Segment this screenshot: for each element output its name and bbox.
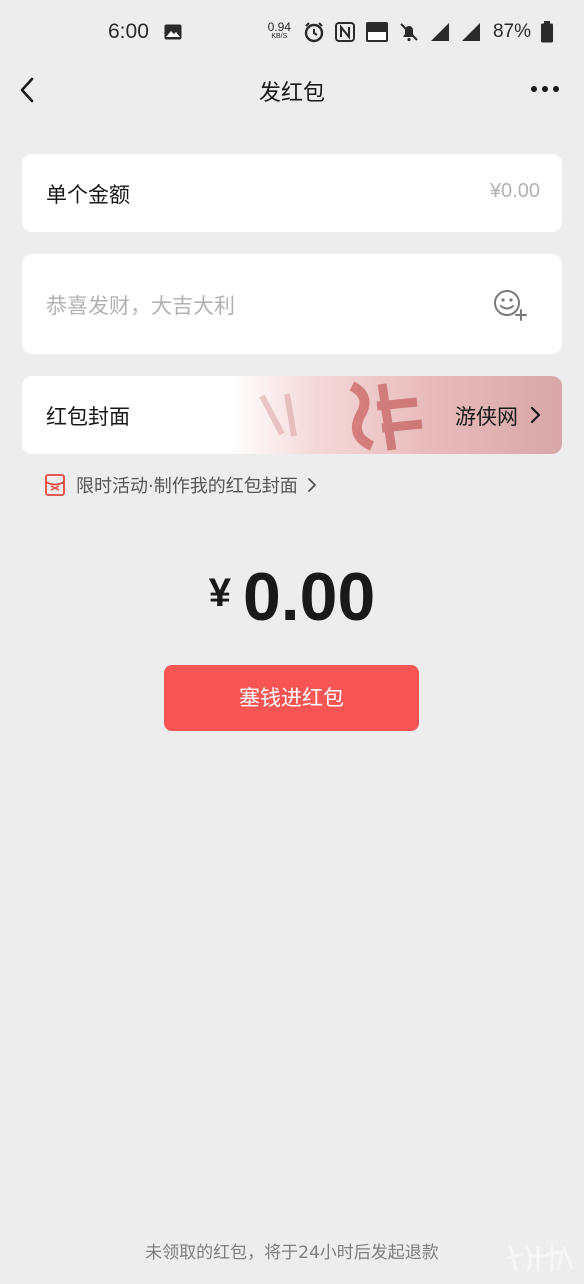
net-speed: 0.94 KB/S: [267, 20, 291, 42]
cover-card[interactable]: 红包封面 游侠网: [22, 376, 562, 454]
watermark-logo: [506, 1244, 574, 1272]
cover-value: 游侠网: [455, 405, 518, 429]
amount-label: 单个金额: [46, 183, 130, 207]
more-options-icon[interactable]: [530, 85, 560, 93]
red-packet-icon: [45, 474, 65, 496]
greeting-card[interactable]: 恭喜发财，大吉大利: [22, 254, 562, 354]
nfc-icon: [334, 22, 355, 42]
total-currency: ¥: [208, 571, 231, 615]
chevron-right-icon: [530, 406, 541, 424]
alarm-icon: [304, 22, 324, 43]
status-time: 6:00: [108, 20, 149, 43]
total-amount: ¥0.00: [0, 558, 584, 636]
amount-input[interactable]: ¥0.00: [490, 180, 540, 203]
emoji-add-icon[interactable]: [492, 288, 528, 322]
put-money-button[interactable]: 塞钱进红包: [164, 665, 419, 731]
mute-icon: [400, 23, 418, 42]
nav-bar: 发红包: [0, 66, 584, 116]
battery-icon: [541, 21, 553, 43]
refund-note: 未领取的红包，将于24小时后发起退款: [145, 1243, 439, 1263]
promo-link[interactable]: 限时活动·制作我的红包封面: [44, 472, 318, 498]
chevron-right-icon: [307, 478, 316, 492]
net-speed-unit: KB/S: [271, 33, 288, 40]
promo-text: 限时活动·制作我的红包封面: [76, 476, 298, 497]
page-title: 发红包: [258, 81, 325, 106]
greeting-input[interactable]: 恭喜发财，大吉大利: [46, 290, 235, 320]
status-bar: 6:00 0.94 KB/S 87%: [0, 0, 584, 66]
volte-icon: [365, 22, 388, 42]
battery-percent: 87%: [492, 21, 531, 42]
status-icons: 0.94 KB/S 87%: [268, 18, 554, 46]
gallery-icon: [164, 24, 182, 40]
signal-4g-icon: [461, 23, 480, 41]
total-value: 0.00: [242, 559, 376, 635]
signal-4g-icon: [430, 23, 449, 41]
cover-label: 红包封面: [46, 405, 130, 429]
amount-card[interactable]: 单个金额 ¥0.00: [22, 154, 562, 232]
net-speed-value: 0.94: [267, 20, 291, 34]
